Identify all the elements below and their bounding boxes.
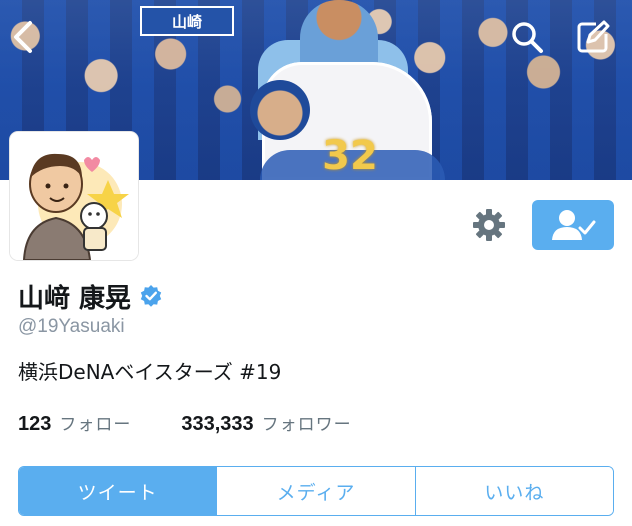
display-name: 山﨑 康晃 (18, 283, 132, 314)
follow-stats: 123 フォロー 333,333 フォロワー (18, 410, 352, 436)
profile-tabs: ツイート メディア いいね (18, 466, 614, 516)
avatar-illustration (10, 132, 138, 260)
compose-button[interactable] (572, 16, 614, 58)
following-button[interactable] (532, 200, 614, 250)
following-count: 123 (18, 413, 52, 435)
compose-icon (577, 20, 610, 53)
followers-stat[interactable]: 333,333 フォロワー (181, 410, 351, 436)
gear-icon (473, 209, 505, 241)
back-button[interactable] (2, 16, 44, 58)
avatar[interactable] (10, 132, 138, 260)
tab-likes[interactable]: いいね (414, 467, 613, 515)
verified-badge-icon (140, 285, 162, 307)
banner-sign: 山崎 (140, 6, 234, 36)
chevron-left-icon (14, 21, 32, 53)
profile-bio: 横浜DeNAベイスターズ #19 (18, 360, 282, 384)
banner-number: 32 (322, 133, 378, 179)
banner-pitcher-figure (250, 80, 310, 140)
tab-media[interactable]: メディア (216, 467, 415, 515)
search-button[interactable] (506, 16, 548, 58)
name-row: 山﨑 康晃 (18, 278, 163, 314)
search-icon (512, 22, 543, 53)
user-handle: @19Yasuaki (18, 316, 125, 337)
followers-label: フォロワー (261, 415, 352, 435)
following-stat[interactable]: 123 フォロー (18, 410, 131, 436)
user-following-icon (552, 210, 596, 240)
tab-tweets[interactable]: ツイート (19, 467, 217, 515)
settings-button[interactable] (468, 204, 510, 246)
followers-count: 333,333 (181, 413, 254, 435)
banner-player (300, 0, 378, 70)
following-label: フォロー (59, 415, 132, 435)
